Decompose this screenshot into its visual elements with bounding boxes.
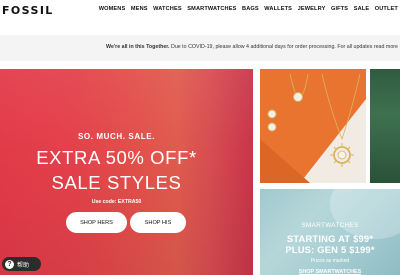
hero-headline-line1: EXTRA 50% OFF* bbox=[36, 147, 197, 168]
jewelry-promo-tile[interactable] bbox=[260, 69, 366, 183]
covid-notice-banner: We're all in this Together. Due to COVID… bbox=[0, 35, 400, 61]
jewelry-image bbox=[260, 69, 366, 183]
smartwatches-note: Prices as marked bbox=[310, 258, 350, 264]
fossil-logo[interactable]: FOSSIL bbox=[2, 4, 54, 17]
nav-sale[interactable]: SALE bbox=[354, 6, 370, 12]
nav-mens[interactable]: MENS bbox=[131, 6, 148, 12]
promo-code: Use code: EXTRA50 bbox=[91, 199, 142, 205]
nav-wallets[interactable]: WALLETS bbox=[264, 6, 292, 12]
nav-gifts[interactable]: GIFTS bbox=[331, 6, 348, 12]
question-circle-icon: ? bbox=[5, 259, 14, 269]
notice-bold: We're all in this Together. bbox=[106, 44, 170, 50]
notice-body[interactable]: Due to COVID-19, please allow 4 addition… bbox=[170, 44, 398, 50]
sale-hero-banner[interactable]: SO. MUCH. SALE. EXTRA 50% OFF* SALE STYL… bbox=[0, 69, 253, 275]
notice-text: We're all in this Together. Due to COVID… bbox=[106, 44, 398, 50]
nav-smartwatches[interactable]: SMARTWATCHES bbox=[187, 6, 236, 12]
smartwatches-price-line1: STARTING AT $99* bbox=[286, 233, 374, 244]
main-nav: WOMENS MENS WATCHES SMARTWATCHES BAGS WA… bbox=[99, 6, 398, 12]
smartwatches-promo-tile[interactable]: SMARTWATCHES STARTING AT $99* PLUS: GEN … bbox=[260, 189, 400, 275]
green-promo-tile[interactable] bbox=[370, 69, 400, 183]
shop-smartwatches-link[interactable]: SHOP SMARTWATCHES bbox=[260, 269, 400, 275]
shop-hers-button[interactable]: SHOP HERS bbox=[66, 212, 127, 233]
nav-womens[interactable]: WOMENS bbox=[99, 6, 126, 12]
help-label: 帮助 bbox=[17, 261, 30, 269]
nav-outlet[interactable]: OUTLET bbox=[375, 6, 398, 12]
site-header: FOSSIL WOMENS MENS WATCHES SMARTWATCHES … bbox=[0, 0, 400, 21]
nav-watches[interactable]: WATCHES bbox=[153, 6, 182, 12]
nav-jewelry[interactable]: JEWELRY bbox=[298, 6, 326, 12]
smartwatches-title: SMARTWATCHES bbox=[301, 222, 359, 229]
smartwatches-price-line2: PLUS: GEN 5 $199* bbox=[285, 244, 375, 255]
help-button[interactable]: ? 帮助 bbox=[2, 257, 41, 271]
hero-headline-line2: SALE STYLES bbox=[51, 172, 182, 193]
shop-his-button[interactable]: SHOP HIS bbox=[130, 212, 186, 233]
nav-bags[interactable]: BAGS bbox=[242, 6, 259, 12]
hero-kicker: SO. MUCH. SALE. bbox=[77, 132, 155, 141]
